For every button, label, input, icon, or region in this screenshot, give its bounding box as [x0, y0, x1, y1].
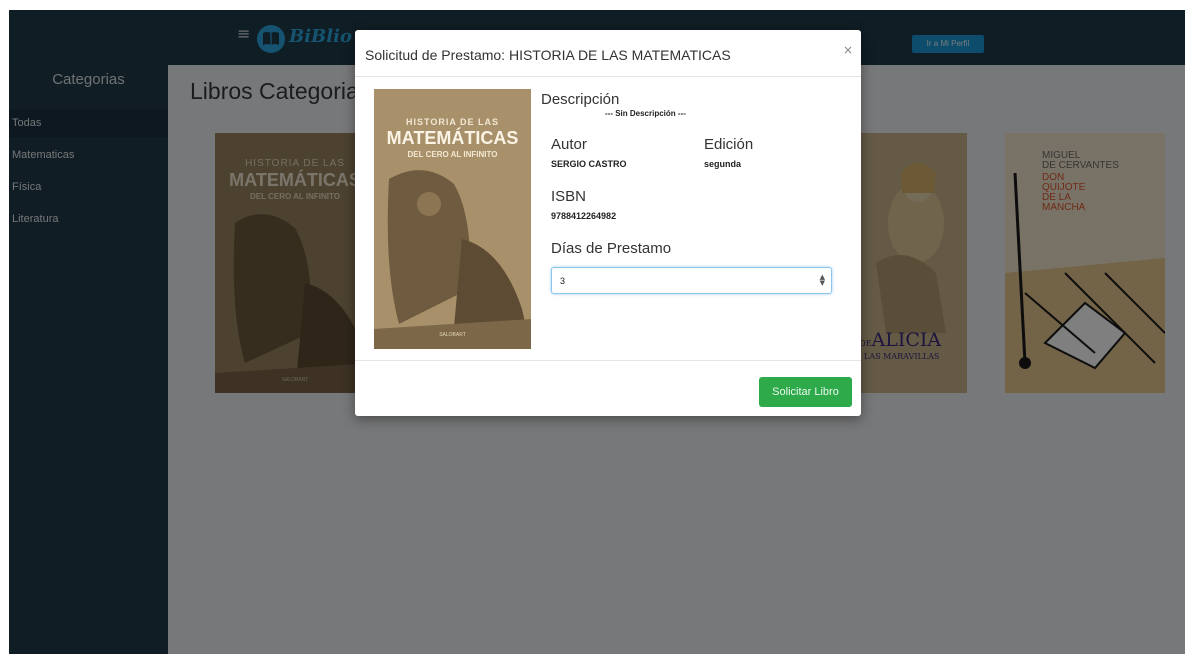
description-value: --- Sin Descripción --- — [605, 109, 686, 118]
edition-label: Edición — [704, 136, 754, 153]
modal-book-cover: HISTORIA DE LAS MATEMÁTICAS DEL CERO AL … — [374, 89, 531, 349]
modal-cover-line3: DEL CERO AL INFINITO — [407, 150, 498, 159]
modal-cover-publisher: SALOBART — [439, 332, 466, 338]
modal-header: Solicitud de Prestamo: HISTORIA DE LAS M… — [355, 30, 861, 77]
modal-cover-line2: MATEMÁTICAS — [386, 128, 519, 148]
loan-days-label: Días de Prestamo — [551, 240, 672, 257]
author-value: SERGIO CASTRO — [551, 159, 627, 169]
isbn-label: ISBN — [551, 188, 587, 205]
loan-request-modal: Solicitud de Prestamo: HISTORIA DE LAS M… — [355, 30, 861, 416]
loan-days-input[interactable]: 3 ▲ ▼ — [551, 267, 832, 294]
modal-cover-line1: HISTORIA DE LAS — [405, 117, 499, 127]
request-book-button[interactable]: Solicitar Libro — [759, 377, 852, 407]
author-label: Autor — [551, 136, 587, 153]
number-spinner-icon[interactable]: ▲ ▼ — [820, 274, 825, 287]
isbn-value: 9788412264982 — [551, 211, 617, 221]
modal-title: Solicitud de Prestamo: HISTORIA DE LAS M… — [365, 47, 731, 63]
close-icon[interactable]: × — [843, 43, 853, 57]
modal-footer: Solicitar Libro — [355, 360, 861, 417]
loan-days-value: 3 — [560, 276, 566, 286]
edition-value: segunda — [704, 159, 742, 169]
description-label: Descripción — [541, 91, 620, 108]
app-window: ≡ BiBlio Ir a Mi Perfil Categorias Todas… — [9, 10, 1185, 654]
